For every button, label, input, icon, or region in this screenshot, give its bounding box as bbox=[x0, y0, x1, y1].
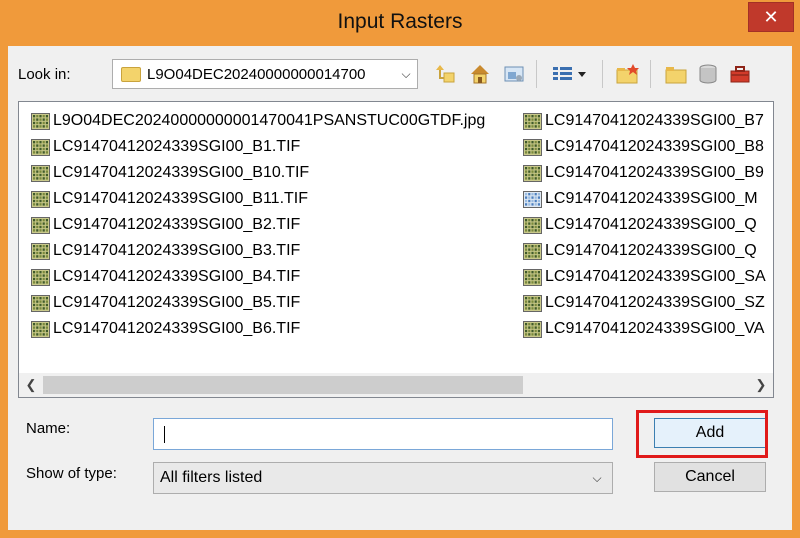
look-in-value: L9O04DEC20240000000014700 bbox=[147, 65, 366, 83]
database-icon bbox=[699, 64, 717, 84]
file-list-item[interactable]: LC91470412024339SGI00_B5.TIF bbox=[31, 291, 300, 315]
raster-icon bbox=[523, 112, 542, 130]
raster-icon bbox=[523, 242, 542, 260]
file-name: LC91470412024339SGI00_Q bbox=[545, 216, 757, 233]
file-name: LC91470412024339SGI00_B11.TIF bbox=[53, 190, 309, 207]
file-list-item[interactable]: LC91470412024339SGI00_B7 bbox=[523, 109, 773, 133]
up-level-icon bbox=[436, 65, 455, 83]
multiband-raster-icon bbox=[523, 190, 542, 208]
toolbar-separator bbox=[602, 60, 603, 88]
file-list-item[interactable]: LC91470412024339SGI00_B6.TIF bbox=[31, 317, 300, 341]
title-bar[interactable]: Input Rasters ✕ bbox=[0, 0, 800, 46]
file-list-item[interactable]: LC91470412024339SGI00_B3.TIF bbox=[31, 239, 300, 263]
raster-icon bbox=[31, 112, 50, 130]
file-name: LC91470412024339SGI00_Q bbox=[545, 242, 757, 259]
close-icon: ✕ bbox=[763, 6, 779, 27]
file-name: LC91470412024339SGI00_B5.TIF bbox=[53, 294, 301, 311]
new-folder-button[interactable] bbox=[614, 60, 642, 88]
file-name: LC91470412024339SGI00_B7 bbox=[545, 112, 764, 129]
raster-icon bbox=[31, 294, 50, 312]
file-name: LC91470412024339SGI00_SZ bbox=[545, 294, 765, 311]
file-name: LC91470412024339SGI00_SA bbox=[545, 268, 766, 285]
text-caret bbox=[164, 426, 165, 443]
show-of-type-dropdown[interactable]: All filters listed ⌵ bbox=[153, 462, 613, 494]
file-list-item[interactable]: LC91470412024339SGI00_B4.TIF bbox=[31, 265, 300, 289]
raster-icon bbox=[31, 242, 50, 260]
file-list-item[interactable]: LC91470412024339SGI00_B1.TIF bbox=[31, 135, 300, 159]
input-rasters-dialog: Input Rasters ✕ Look in: L9O04DEC2024000… bbox=[0, 0, 800, 538]
raster-icon bbox=[31, 164, 50, 182]
raster-icon bbox=[31, 216, 50, 234]
file-list-item[interactable]: LC91470412024339SGI00_VA bbox=[523, 317, 773, 341]
file-name: L9O04DEC20240000000001470041PSANSTUC00GT… bbox=[53, 112, 486, 129]
raster-icon bbox=[523, 164, 542, 182]
file-list-item[interactable]: LC91470412024339SGI00_Q bbox=[523, 213, 773, 237]
file-name: LC91470412024339SGI00_B4.TIF bbox=[53, 268, 301, 285]
raster-icon bbox=[31, 268, 50, 286]
file-list-item[interactable]: LC91470412024339SGI00_B10.TIF bbox=[31, 161, 309, 185]
folder-icon bbox=[121, 66, 141, 82]
show-of-type-label: Show of type: bbox=[26, 465, 117, 482]
show-of-type-value: All filters listed bbox=[160, 469, 263, 486]
toolbar-separator bbox=[536, 60, 537, 88]
name-label: Name: bbox=[26, 420, 71, 437]
up-level-button[interactable] bbox=[432, 60, 460, 88]
file-name: LC91470412024339SGI00_B8 bbox=[545, 138, 764, 155]
raster-icon bbox=[523, 138, 542, 156]
raster-icon bbox=[31, 138, 50, 156]
file-list-item[interactable]: LC91470412024339SGI00_B2.TIF bbox=[31, 213, 300, 237]
database-button[interactable] bbox=[694, 60, 722, 88]
red-highlight-box bbox=[636, 410, 768, 458]
chevron-down-icon: ⌵ bbox=[592, 470, 602, 485]
home-button[interactable] bbox=[466, 60, 494, 88]
file-list-item[interactable]: LC91470412024339SGI00_SA bbox=[523, 265, 773, 289]
home-icon bbox=[471, 65, 489, 84]
file-list-item[interactable]: LC91470412024339SGI00_B11.TIF bbox=[31, 187, 308, 211]
scroll-left-arrow[interactable]: ❮ bbox=[21, 373, 41, 397]
scrollbar-thumb[interactable] bbox=[43, 376, 523, 394]
raster-icon bbox=[523, 320, 542, 338]
file-name: LC91470412024339SGI00_B10.TIF bbox=[53, 164, 310, 181]
file-name: LC91470412024339SGI00_B2.TIF bbox=[53, 216, 301, 233]
raster-icon bbox=[31, 190, 50, 208]
file-name: LC91470412024339SGI00_B1.TIF bbox=[53, 138, 301, 155]
raster-icon bbox=[31, 320, 50, 338]
file-list-item[interactable]: LC91470412024339SGI00_B8 bbox=[523, 135, 773, 159]
folder-icon bbox=[665, 67, 687, 84]
scroll-right-arrow[interactable]: ❯ bbox=[751, 373, 771, 397]
file-name: LC91470412024339SGI00_B6.TIF bbox=[53, 320, 301, 337]
file-list-item[interactable]: LC91470412024339SGI00_M bbox=[523, 187, 773, 211]
file-name: LC91470412024339SGI00_VA bbox=[545, 320, 765, 337]
chevron-down-icon: ⌵ bbox=[401, 66, 411, 81]
horizontal-scrollbar[interactable]: ❮ ❯ bbox=[19, 373, 773, 397]
toolbox-button[interactable] bbox=[726, 60, 754, 88]
file-name: LC91470412024339SGI00_B3.TIF bbox=[53, 242, 301, 259]
file-name: LC91470412024339SGI00_B9 bbox=[545, 164, 764, 181]
file-list-item[interactable]: LC91470412024339SGI00_Q bbox=[523, 239, 773, 263]
raster-icon bbox=[523, 216, 542, 234]
file-name: LC91470412024339SGI00_M bbox=[545, 190, 758, 207]
look-in-label: Look in: bbox=[18, 66, 71, 83]
view-menu-icon bbox=[553, 67, 586, 80]
view-menu-button[interactable] bbox=[550, 60, 590, 88]
raster-icon bbox=[523, 294, 542, 312]
dialog-body: Look in: L9O04DEC20240000000014700 ⌵ L9O… bbox=[8, 46, 792, 530]
file-list-item[interactable]: L9O04DEC20240000000001470041PSANSTUC00GT… bbox=[31, 109, 485, 133]
file-list-item[interactable]: LC91470412024339SGI00_SZ bbox=[523, 291, 773, 315]
close-button[interactable]: ✕ bbox=[748, 2, 794, 32]
connect-icon bbox=[504, 66, 524, 82]
dialog-title: Input Rasters bbox=[337, 10, 463, 33]
folder-button[interactable] bbox=[662, 60, 690, 88]
cancel-button[interactable]: Cancel bbox=[654, 462, 766, 492]
look-in-dropdown[interactable]: L9O04DEC20240000000014700 ⌵ bbox=[112, 59, 418, 89]
connect-button[interactable] bbox=[500, 60, 528, 88]
name-input[interactable] bbox=[153, 418, 613, 450]
toolbar-separator bbox=[650, 60, 651, 88]
file-list-item[interactable]: LC91470412024339SGI00_B9 bbox=[523, 161, 773, 185]
new-folder-icon bbox=[616, 64, 639, 84]
raster-icon bbox=[523, 268, 542, 286]
file-list[interactable]: L9O04DEC20240000000001470041PSANSTUC00GT… bbox=[18, 101, 774, 398]
toolbox-icon bbox=[730, 66, 750, 83]
